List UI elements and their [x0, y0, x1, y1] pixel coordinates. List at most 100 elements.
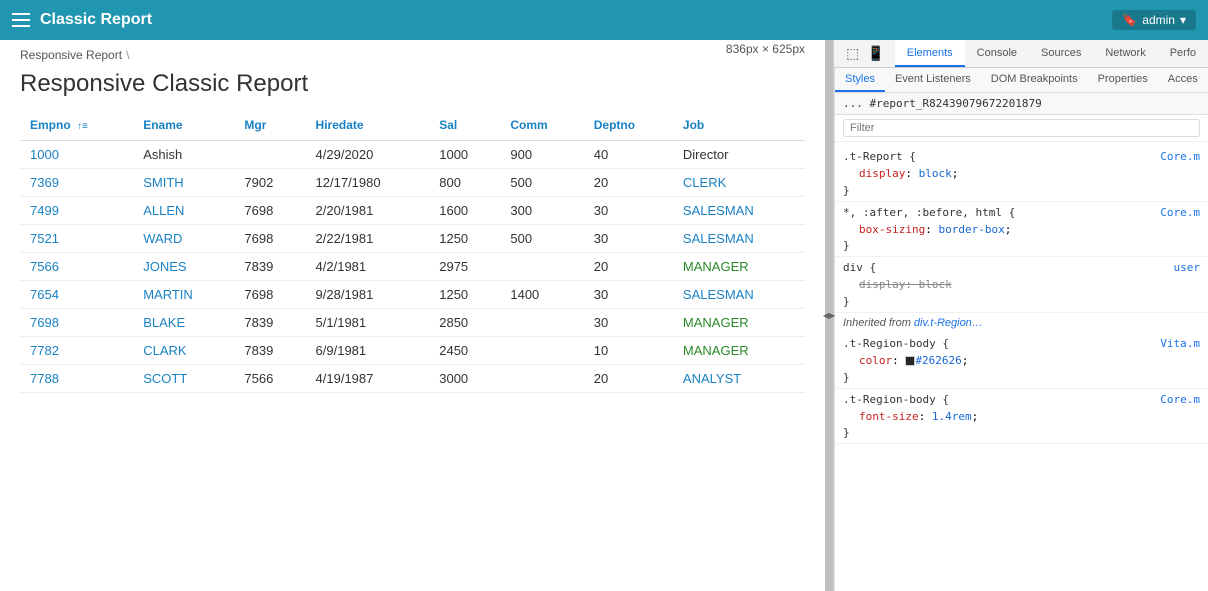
table-cell[interactable]: 7369: [20, 169, 133, 197]
table-cell[interactable]: SCOTT: [133, 365, 234, 393]
tab-console[interactable]: Console: [965, 40, 1029, 67]
hamburger-icon[interactable]: [12, 13, 30, 27]
table-cell[interactable]: JONES: [133, 253, 234, 281]
tab-network[interactable]: Network: [1093, 40, 1157, 67]
table-row: 7369SMITH790212/17/198080050020CLERK: [20, 169, 805, 197]
table-cell: SALESMAN: [673, 225, 805, 253]
table-cell: 2450: [429, 337, 500, 365]
table-cell: 30: [584, 225, 673, 253]
rule-property: display: block: [843, 276, 1200, 295]
element-selector-dots: ...: [843, 97, 870, 110]
col-comm: Comm: [500, 110, 583, 141]
rule-brace: }: [843, 184, 1200, 197]
table-cell[interactable]: SMITH: [133, 169, 234, 197]
table-cell[interactable]: 7566: [20, 253, 133, 281]
table-row: 7654MARTIN76989/28/19811250140030SALESMA…: [20, 281, 805, 309]
devtools-panel: ⬚ 📱 Elements Console Sources Network Per…: [833, 40, 1208, 591]
table-cell: 1600: [429, 197, 500, 225]
styles-rules: Core.m.t-Report { display: block;} Core.m*…: [835, 142, 1208, 591]
table-cell[interactable]: 7788: [20, 365, 133, 393]
table-cell: [500, 365, 583, 393]
tab-properties[interactable]: Properties: [1088, 68, 1158, 92]
rule-property: font-size: 1.4rem;: [843, 408, 1200, 427]
rule-property: display: block;: [843, 165, 1200, 184]
table-body: 1000Ashish4/29/2020100090040Director7369…: [20, 141, 805, 393]
col-hiredate: Hiredate: [306, 110, 430, 141]
tab-event-listeners[interactable]: Event Listeners: [885, 68, 981, 92]
report-table: Empno ↑≡ Ename Mgr Hiredate Sal Comm Dep…: [20, 110, 805, 393]
styles-filter: [835, 115, 1208, 142]
breadcrumb-sep: \: [126, 48, 129, 62]
col-empno[interactable]: Empno ↑≡: [20, 110, 133, 141]
table-cell[interactable]: Ashish: [133, 141, 234, 169]
table-cell[interactable]: WARD: [133, 225, 234, 253]
table-row: 7698BLAKE78395/1/1981285030MANAGER: [20, 309, 805, 337]
dimension-badge: 836px × 625px: [726, 42, 805, 56]
table-cell: 900: [500, 141, 583, 169]
rule-source[interactable]: Core.m: [1160, 393, 1200, 406]
tab-sources[interactable]: Sources: [1029, 40, 1093, 67]
col-deptno: Deptno: [584, 110, 673, 141]
device-icon[interactable]: 📱: [865, 43, 886, 64]
table-cell[interactable]: 1000: [20, 141, 133, 169]
app-title: Classic Report: [40, 11, 152, 29]
table-cell: 20: [584, 365, 673, 393]
tab-styles[interactable]: Styles: [835, 68, 885, 92]
rule-source[interactable]: user: [1174, 261, 1201, 274]
table-cell: 7839: [234, 309, 305, 337]
table-cell: 40: [584, 141, 673, 169]
table-cell: 300: [500, 197, 583, 225]
inspect-icon[interactable]: ⬚: [844, 43, 861, 64]
style-rule: Core.m.t-Report { display: block;}: [835, 146, 1208, 202]
table-cell: MANAGER: [673, 337, 805, 365]
table-row: 7499ALLEN76982/20/1981160030030SALESMAN: [20, 197, 805, 225]
styles-tabs: Styles Event Listeners DOM Breakpoints P…: [835, 68, 1208, 93]
table-row: 7521WARD76982/22/1981125050030SALESMAN: [20, 225, 805, 253]
tab-performance[interactable]: Perfo: [1158, 40, 1208, 67]
table-cell: 4/19/1987: [306, 365, 430, 393]
table-cell: 7839: [234, 253, 305, 281]
table-cell: 7566: [234, 365, 305, 393]
table-cell[interactable]: 7698: [20, 309, 133, 337]
table-cell: 2/22/1981: [306, 225, 430, 253]
devtools-tabs: ⬚ 📱 Elements Console Sources Network Per…: [834, 40, 1208, 68]
table-cell: 800: [429, 169, 500, 197]
table-cell[interactable]: ALLEN: [133, 197, 234, 225]
style-rule: Core.m*, :after, :before, html {box-sizi…: [835, 202, 1208, 258]
table-cell: 6/9/1981: [306, 337, 430, 365]
table-cell: 1250: [429, 225, 500, 253]
style-rule: Core.m.t-Region-body {font-size: 1.4rem;…: [835, 389, 1208, 445]
page-title: Responsive Classic Report: [0, 66, 825, 110]
table-cell: 7698: [234, 225, 305, 253]
rule-source[interactable]: Vita.m: [1160, 337, 1200, 350]
rule-selector: userdiv {: [843, 261, 1200, 274]
table-cell[interactable]: 7499: [20, 197, 133, 225]
table-cell[interactable]: MARTIN: [133, 281, 234, 309]
breadcrumb: Responsive Report \: [0, 40, 825, 66]
rule-source[interactable]: Core.m: [1160, 150, 1200, 163]
table-cell: 30: [584, 281, 673, 309]
table-cell: 12/17/1980: [306, 169, 430, 197]
table-cell: 20: [584, 253, 673, 281]
table-cell[interactable]: 7654: [20, 281, 133, 309]
tab-dom-breakpoints[interactable]: DOM Breakpoints: [981, 68, 1088, 92]
rule-selector: Core.m.t-Report {: [843, 150, 1200, 163]
styles-filter-input[interactable]: [843, 119, 1200, 137]
table-cell: [500, 309, 583, 337]
table-cell[interactable]: CLARK: [133, 337, 234, 365]
table-cell[interactable]: BLAKE: [133, 309, 234, 337]
table-cell[interactable]: 7782: [20, 337, 133, 365]
rule-source[interactable]: Core.m: [1160, 206, 1200, 219]
table-cell: 9/28/1981: [306, 281, 430, 309]
header-row: Empno ↑≡ Ename Mgr Hiredate Sal Comm Dep…: [20, 110, 805, 141]
table-cell: 2/20/1981: [306, 197, 430, 225]
table-cell[interactable]: 7521: [20, 225, 133, 253]
user-badge[interactable]: 🔖 admin ▾: [1112, 10, 1196, 30]
table-row: 7788SCOTT75664/19/1987300020ANALYST: [20, 365, 805, 393]
tab-accessibility[interactable]: Acces: [1158, 68, 1208, 92]
table-cell: 10: [584, 337, 673, 365]
resize-handle[interactable]: [825, 40, 833, 591]
table-cell: 1400: [500, 281, 583, 309]
tab-elements[interactable]: Elements: [895, 40, 965, 67]
breadcrumb-link[interactable]: Responsive Report: [20, 48, 122, 62]
